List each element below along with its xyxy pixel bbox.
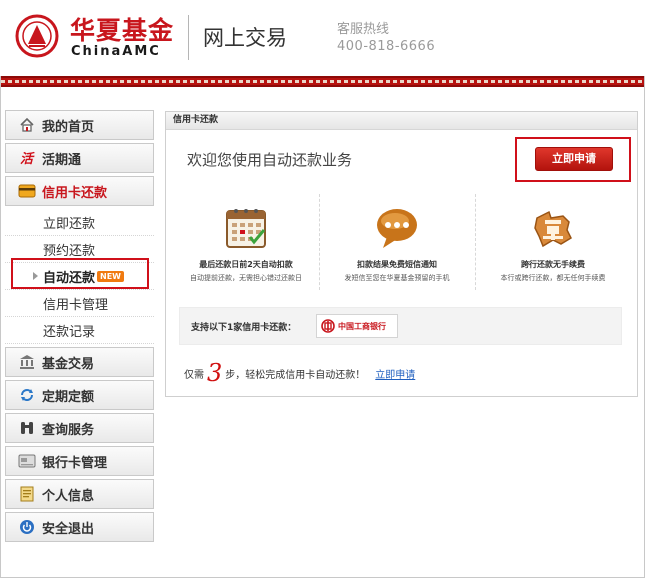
sidebar-item-fund-trade[interactable]: 基金交易 bbox=[5, 347, 154, 377]
supported-banks-label: 支持以下1家信用卡还款： bbox=[191, 323, 297, 333]
sidebar-item-logout[interactable]: 安全退出 bbox=[5, 512, 154, 542]
feature-desc: 自动提前还款，无需担心错过还款日 bbox=[190, 274, 302, 282]
new-badge: NEW bbox=[97, 270, 124, 282]
speech-bubble-icon bbox=[377, 209, 417, 248]
sidebar-item-label: 活期通 bbox=[42, 152, 82, 168]
chinaamc-logo-icon bbox=[15, 14, 59, 58]
sidebar-item-label: 个人信息 bbox=[42, 488, 95, 504]
caret-right-icon bbox=[33, 272, 38, 280]
feature-title: 跨行还款无手续费 bbox=[521, 260, 585, 269]
submenu-item-repay-now[interactable]: 立即还款 bbox=[5, 209, 154, 236]
icbc-bank-logo: 中国工商银行 bbox=[316, 314, 398, 338]
submenu-item-label: 预约还款 bbox=[43, 243, 96, 259]
apply-now-link[interactable]: 立即申请 bbox=[375, 366, 415, 381]
feature-sms-notify: 扣款结果免费短信通知 发短信至您在华夏基金预留的手机 bbox=[322, 196, 472, 291]
submenu-item-auto-repay[interactable]: 自动还款 NEW bbox=[5, 263, 154, 290]
feature-no-fee: 跨行还款无手续费 本行或跨行还款，都无任何手续费 bbox=[478, 196, 628, 291]
header-divider bbox=[188, 15, 189, 60]
feature-divider bbox=[475, 194, 476, 290]
steps-line: 仅需 3 步，轻松完成信用卡自动还款！ 立即申请 bbox=[184, 358, 415, 388]
feature-divider bbox=[319, 194, 320, 290]
site-title: 网上交易 bbox=[203, 26, 287, 50]
steps-suffix: 步，轻松完成信用卡自动还款！ bbox=[225, 369, 366, 381]
calendar-icon bbox=[226, 209, 266, 248]
sidebar-item-label: 基金交易 bbox=[42, 356, 95, 372]
sidebar-item-label: 银行卡管理 bbox=[42, 455, 108, 471]
hotline-label: 客服热线 bbox=[337, 22, 390, 37]
submenu-item-card-management[interactable]: 信用卡管理 bbox=[5, 290, 154, 317]
sidebar-item-home[interactable]: 我的首页 bbox=[5, 110, 154, 140]
sidebar-item-credit-card-repay[interactable]: 信用卡还款 bbox=[5, 176, 154, 206]
free-stamp-icon bbox=[534, 210, 572, 248]
apply-now-button[interactable]: 立即申请 bbox=[535, 147, 613, 171]
supported-banks-row: 支持以下1家信用卡还款： 中国工商银行 bbox=[179, 307, 622, 345]
logo-chinese-name: 华夏基金 bbox=[70, 16, 175, 45]
submenu-item-label: 自动还款 bbox=[43, 270, 96, 286]
home-icon bbox=[18, 116, 36, 134]
sidebar-item-label: 信用卡还款 bbox=[42, 185, 108, 201]
submenu-item-label: 信用卡管理 bbox=[43, 297, 109, 313]
feature-title: 扣款结果免费短信通知 bbox=[357, 260, 437, 269]
sidebar-item-label: 定期定额 bbox=[42, 389, 95, 405]
credit-card-submenu: 立即还款 预约还款 自动还款 NEW 信用卡管理 还款记录 bbox=[5, 209, 154, 344]
document-icon bbox=[18, 485, 36, 503]
main-panel: 信用卡还款 欢迎您使用自动还款业务 立即申请 最后还款日前2天自动扣款 自动提前… bbox=[165, 111, 638, 397]
sidebar-nav: 我的首页 活 活期通 信用卡还款 立即还款 预约还款 自动还款 NEW 信用卡管… bbox=[5, 110, 154, 545]
sidebar-item-label: 我的首页 bbox=[42, 119, 95, 135]
steps-number: 3 bbox=[207, 359, 223, 387]
sidebar-item-label: 查询服务 bbox=[42, 422, 95, 438]
bank-building-icon bbox=[18, 353, 36, 371]
steps-prefix: 仅需 bbox=[184, 369, 204, 381]
credit-card-icon bbox=[18, 182, 36, 200]
binoculars-icon bbox=[18, 419, 36, 437]
sidebar-item-query-service[interactable]: 查询服务 bbox=[5, 413, 154, 443]
feature-desc: 发短信至您在华夏基金预留的手机 bbox=[344, 274, 450, 282]
bank-name: 中国工商银行 bbox=[338, 321, 386, 331]
submenu-item-label: 立即还款 bbox=[43, 216, 96, 232]
refresh-icon bbox=[18, 386, 36, 404]
sidebar-item-huoqitong[interactable]: 活 活期通 bbox=[5, 143, 154, 173]
submenu-item-repay-records[interactable]: 还款记录 bbox=[5, 317, 154, 344]
icbc-icon bbox=[321, 319, 335, 333]
sidebar-item-personal-info[interactable]: 个人信息 bbox=[5, 479, 154, 509]
sidebar-item-bank-card-management[interactable]: 银行卡管理 bbox=[5, 446, 154, 476]
huo-icon: 活 bbox=[18, 149, 36, 167]
logo-english-name: ChinaAMC bbox=[71, 44, 161, 59]
sidebar-item-label: 安全退出 bbox=[42, 521, 95, 537]
submenu-item-scheduled-repay[interactable]: 预约还款 bbox=[5, 236, 154, 263]
power-icon bbox=[18, 518, 36, 536]
hotline-number: 400-818-6666 bbox=[337, 39, 436, 54]
header-decorative-band bbox=[1, 76, 644, 87]
welcome-text: 欢迎您使用自动还款业务 bbox=[187, 151, 353, 169]
header: 华夏基金 ChinaAMC 网上交易 客服热线 400-818-6666 bbox=[0, 0, 645, 76]
submenu-item-label: 还款记录 bbox=[43, 324, 96, 340]
feature-auto-deduct: 最后还款日前2天自动扣款 自动提前还款，无需担心错过还款日 bbox=[171, 196, 321, 291]
panel-title: 信用卡还款 bbox=[166, 112, 637, 130]
svg-text:活: 活 bbox=[20, 151, 35, 166]
feature-title: 最后还款日前2天自动扣款 bbox=[199, 260, 293, 269]
sidebar-item-regular-investment[interactable]: 定期定额 bbox=[5, 380, 154, 410]
bank-card-icon bbox=[18, 452, 36, 470]
feature-desc: 本行或跨行还款，都无任何手续费 bbox=[500, 274, 606, 282]
